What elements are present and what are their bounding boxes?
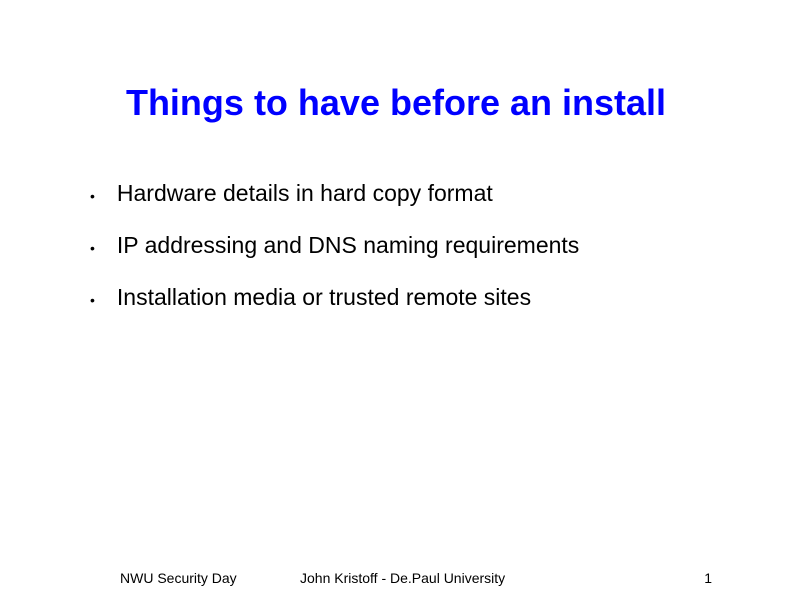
- bullet-list: • Hardware details in hard copy format •…: [0, 179, 792, 313]
- list-item: • Hardware details in hard copy format: [90, 179, 732, 209]
- bullet-text: Installation media or trusted remote sit…: [117, 283, 531, 313]
- footer-left: NWU Security Day: [120, 570, 237, 586]
- footer-center: John Kristoff - De.Paul University: [300, 570, 505, 586]
- bullet-icon: •: [90, 185, 95, 208]
- bullet-text: Hardware details in hard copy format: [117, 179, 493, 209]
- list-item: • Installation media or trusted remote s…: [90, 283, 732, 313]
- bullet-icon: •: [90, 289, 95, 312]
- slide: Things to have before an install • Hardw…: [0, 0, 792, 612]
- bullet-text: IP addressing and DNS naming requirement…: [117, 231, 579, 261]
- slide-title: Things to have before an install: [0, 0, 792, 124]
- page-number: 1: [704, 570, 712, 586]
- bullet-icon: •: [90, 237, 95, 260]
- list-item: • IP addressing and DNS naming requireme…: [90, 231, 732, 261]
